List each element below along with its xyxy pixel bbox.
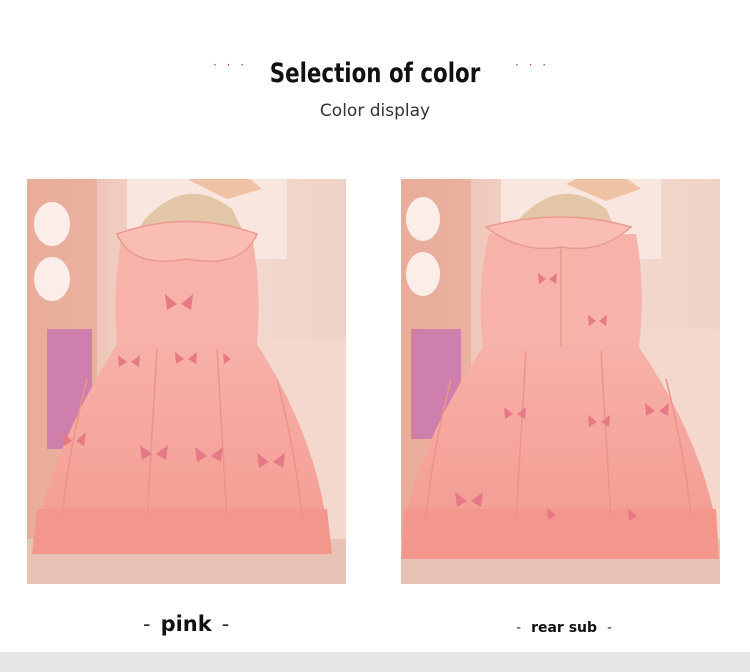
color-name: rear sub bbox=[531, 620, 598, 636]
caption-dash-left: - bbox=[143, 612, 151, 636]
caption-dash-right: - bbox=[221, 612, 230, 636]
color-name: pink bbox=[160, 612, 212, 636]
section-subtitle: Color display bbox=[319, 101, 431, 121]
dress-back-photo[interactable] bbox=[401, 179, 720, 584]
footer-divider bbox=[0, 652, 750, 672]
caption-dash-right: - bbox=[607, 620, 613, 636]
color-option-pink-label[interactable]: - pink - bbox=[133, 612, 239, 636]
color-option-rear-label[interactable]: - rear sub - bbox=[506, 620, 622, 636]
section-title: Selection of color bbox=[269, 58, 481, 89]
caption-dash-left: - bbox=[516, 620, 522, 636]
dress-front-photo[interactable] bbox=[27, 179, 346, 584]
